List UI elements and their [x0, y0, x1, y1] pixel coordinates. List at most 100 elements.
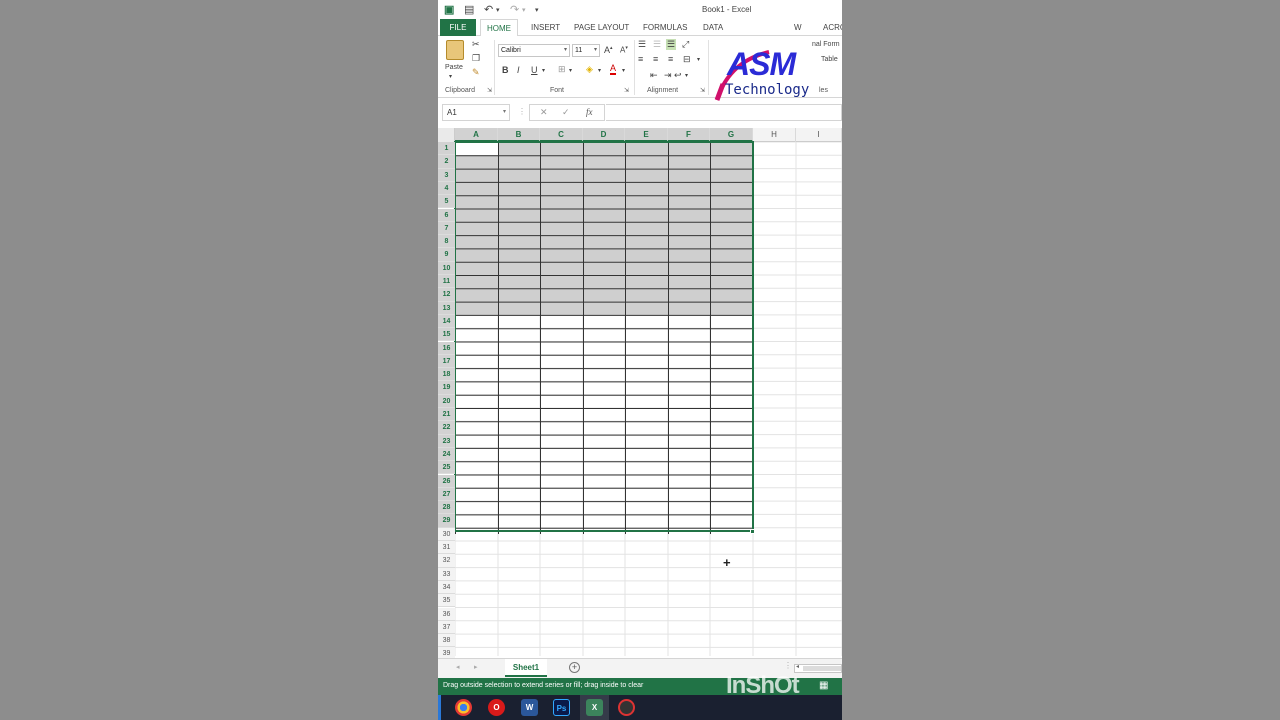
row-header-8[interactable]: 8	[438, 235, 455, 249]
add-sheet-button[interactable]: +	[569, 662, 580, 673]
formula-input[interactable]	[606, 104, 842, 121]
excel-app-icon[interactable]: ▣	[444, 3, 454, 16]
fill-color-dropdown-icon[interactable]: ▾	[598, 67, 601, 74]
row-header-36[interactable]: 36	[438, 607, 455, 621]
merge-center-icon[interactable]: ⊟	[683, 54, 691, 65]
wrap-dropdown-icon[interactable]: ▾	[685, 72, 688, 79]
row-header-5[interactable]: 5	[438, 195, 455, 209]
row-header-24[interactable]: 24	[438, 447, 455, 462]
row-header-3[interactable]: 3	[438, 168, 455, 182]
cancel-icon[interactable]: ✕	[540, 107, 548, 118]
fill-color-icon[interactable]: ◈	[586, 64, 593, 75]
row-header-16[interactable]: 16	[438, 341, 455, 355]
tab-acrobat[interactable]: ACRO	[823, 19, 842, 36]
row-header-12[interactable]: 12	[438, 288, 455, 302]
select-all-button[interactable]	[438, 128, 455, 142]
tab-file[interactable]: FILE	[440, 19, 476, 36]
insert-function-icon[interactable]: fx	[586, 107, 593, 117]
decrease-font-icon[interactable]: A▾	[620, 45, 628, 55]
tab-formulas[interactable]: FORMULAS	[643, 19, 687, 36]
row-header-23[interactable]: 23	[438, 434, 455, 448]
column-header-f[interactable]: F	[668, 128, 710, 142]
horizontal-scrollbar[interactable]: ◂	[794, 664, 842, 673]
bold-button[interactable]: B	[502, 65, 509, 75]
fill-handle[interactable]	[750, 529, 755, 534]
clipboard-launcher-icon[interactable]: ⇲	[487, 87, 492, 94]
format-table-label[interactable]: Table	[821, 56, 838, 63]
scroll-thumb[interactable]	[803, 666, 841, 671]
row-header-29[interactable]: 29	[438, 514, 455, 528]
undo-dropdown-icon[interactable]: ▾	[496, 6, 500, 14]
page-layout-view-icon[interactable]: ▦	[819, 680, 828, 691]
row-header-15[interactable]: 15	[438, 328, 455, 342]
row-header-37[interactable]: 37	[438, 620, 455, 635]
row-header-22[interactable]: 22	[438, 421, 455, 435]
wrap-text-icon[interactable]: ↩	[674, 70, 682, 81]
redo-icon[interactable]: ↷	[510, 3, 519, 16]
row-header-32[interactable]: 32	[438, 554, 455, 568]
row-header-31[interactable]: 31	[438, 541, 455, 555]
row-header-21[interactable]: 21	[438, 408, 455, 422]
underline-button[interactable]: U	[531, 65, 538, 75]
font-color-dropdown-icon[interactable]: ▾	[622, 67, 625, 74]
paste-icon[interactable]	[446, 40, 464, 60]
align-bottom-icon[interactable]: ☰	[666, 39, 677, 50]
save-icon[interactable]: ▤	[464, 3, 474, 16]
column-header-a[interactable]: A	[455, 128, 498, 142]
column-header-g[interactable]: G	[710, 128, 753, 142]
font-size-select[interactable]: 11 ▾	[572, 44, 600, 57]
opera-icon[interactable]: O	[488, 699, 505, 716]
row-header-26[interactable]: 26	[438, 474, 455, 488]
row-header-34[interactable]: 34	[438, 580, 455, 595]
align-left-icon[interactable]: ≡	[638, 54, 643, 64]
font-launcher-icon[interactable]: ⇲	[624, 87, 629, 94]
row-header-30[interactable]: 30	[438, 527, 455, 541]
column-header-d[interactable]: D	[583, 128, 625, 142]
increase-font-icon[interactable]: A▴	[604, 45, 613, 55]
word-icon[interactable]: W	[521, 699, 538, 716]
merge-dropdown-icon[interactable]: ▾	[697, 56, 700, 63]
increase-indent-icon[interactable]: ⇥	[664, 70, 672, 81]
paste-dropdown-icon[interactable]: ▾	[449, 73, 452, 80]
row-header-18[interactable]: 18	[438, 368, 455, 382]
customize-toolbar-icon[interactable]: ▾	[535, 6, 539, 14]
row-header-11[interactable]: 11	[438, 275, 455, 289]
underline-dropdown-icon[interactable]: ▾	[542, 67, 545, 74]
column-header-e[interactable]: E	[625, 128, 668, 142]
row-header-9[interactable]: 9	[438, 248, 455, 262]
orientation-icon[interactable]: ⤢	[682, 39, 689, 50]
tab-view[interactable]: W	[794, 19, 802, 36]
font-color-icon[interactable]: A	[610, 63, 617, 75]
tab-page-layout[interactable]: PAGE LAYOUT	[574, 19, 629, 36]
align-middle-icon[interactable]: ☰	[653, 39, 661, 50]
paste-label[interactable]: Paste	[445, 64, 463, 71]
tab-insert[interactable]: INSERT	[531, 19, 560, 36]
row-header-27[interactable]: 27	[438, 487, 455, 502]
sheet-prev-icon[interactable]: ◂	[456, 663, 460, 671]
row-header-28[interactable]: 28	[438, 501, 455, 515]
undo-icon[interactable]: ↶	[484, 3, 493, 16]
row-header-7[interactable]: 7	[438, 221, 455, 236]
align-center-icon[interactable]: ≡	[653, 54, 658, 64]
row-header-13[interactable]: 13	[438, 301, 455, 315]
row-header-4[interactable]: 4	[438, 181, 455, 196]
tab-home[interactable]: HOME	[480, 19, 518, 37]
sheet-tab-sheet1[interactable]: Sheet1	[505, 659, 547, 677]
chrome-icon[interactable]	[455, 699, 472, 716]
borders-dropdown-icon[interactable]: ▾	[569, 67, 572, 74]
borders-icon[interactable]: ⊞	[558, 64, 566, 75]
decrease-indent-icon[interactable]: ⇤	[650, 70, 658, 81]
format-painter-icon[interactable]: ✎	[472, 67, 480, 78]
photoshop-icon[interactable]: Ps	[553, 699, 570, 716]
redo-dropdown-icon[interactable]: ▾	[522, 6, 526, 14]
column-header-h[interactable]: H	[753, 128, 796, 142]
enter-icon[interactable]: ✓	[562, 107, 570, 118]
row-header-33[interactable]: 33	[438, 567, 455, 581]
align-right-icon[interactable]: ≡	[668, 54, 673, 64]
app-icon[interactable]	[618, 699, 635, 716]
row-header-35[interactable]: 35	[438, 594, 455, 608]
row-header-10[interactable]: 10	[438, 261, 455, 275]
row-header-38[interactable]: 38	[438, 634, 455, 648]
cut-icon[interactable]: ✂	[472, 39, 480, 50]
row-header-2[interactable]: 2	[438, 155, 455, 169]
